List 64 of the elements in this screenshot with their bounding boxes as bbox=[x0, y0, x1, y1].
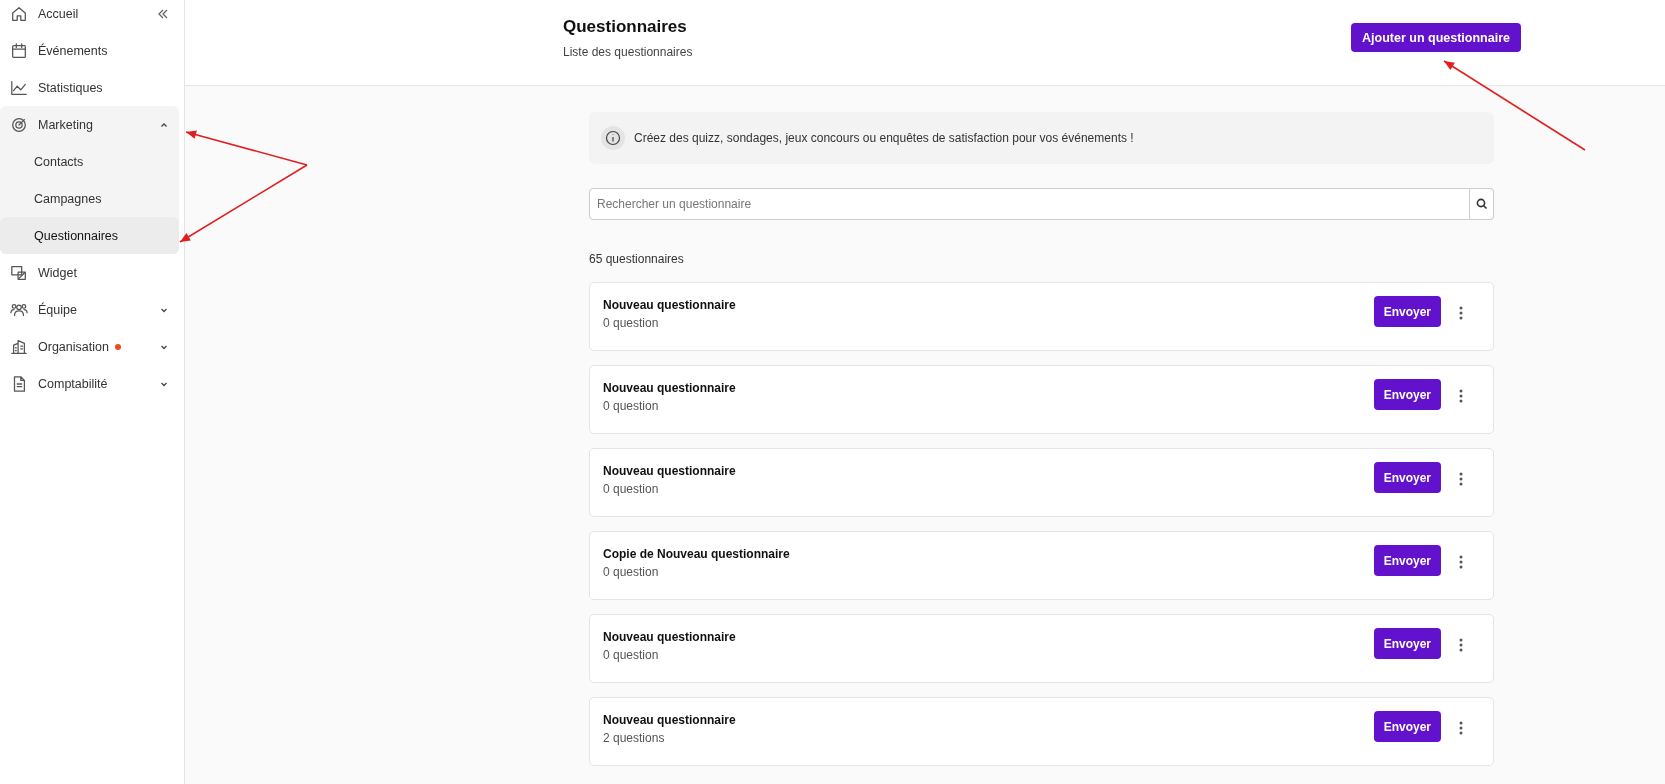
sidebar-item[interactable]: Marketing bbox=[0, 106, 179, 143]
more-options-icon[interactable] bbox=[1459, 472, 1463, 486]
question-count: 0 question bbox=[603, 482, 660, 496]
sidebar-subitem[interactable]: Contacts bbox=[0, 143, 179, 180]
question-count: 0 question bbox=[603, 565, 660, 579]
send-button[interactable]: Envoyer bbox=[1373, 711, 1441, 742]
questionnaire-card[interactable]: Nouveau questionnaire 0 question Envoyer bbox=[589, 614, 1494, 683]
questionnaire-title: Nouveau questionnaire bbox=[603, 381, 737, 395]
sidebar-item[interactable]: Widget bbox=[0, 254, 179, 291]
questionnaire-card[interactable]: Nouveau questionnaire 0 question Envoyer bbox=[589, 448, 1494, 517]
sidebar-item[interactable]: Événements bbox=[0, 32, 179, 69]
questionnaire-title: Nouveau questionnaire bbox=[603, 298, 737, 312]
questionnaire-card[interactable]: Nouveau questionnaire 0 question Envoyer bbox=[589, 282, 1494, 351]
question-count: 0 question bbox=[603, 316, 660, 330]
building-icon bbox=[10, 337, 28, 356]
questionnaire-card[interactable]: Nouveau questionnaire 0 question Envoyer bbox=[589, 365, 1494, 434]
page-subtitle: Liste des questionnaires bbox=[563, 45, 693, 59]
more-options-icon[interactable] bbox=[1459, 638, 1463, 652]
line-chart-icon bbox=[10, 78, 28, 97]
question-count: 2 questions bbox=[603, 731, 666, 745]
sidebar-item[interactable]: Statistiques bbox=[0, 69, 179, 106]
add-questionnaire-button[interactable]: Ajouter un questionnaire bbox=[1351, 23, 1521, 52]
questionnaire-title: Nouveau questionnaire bbox=[603, 630, 737, 644]
search-icon bbox=[1475, 198, 1488, 210]
questionnaire-title: Nouveau questionnaire bbox=[603, 464, 737, 478]
info-icon bbox=[605, 130, 621, 146]
sidebar-item[interactable]: Équipe bbox=[0, 291, 179, 328]
info-text: Créez des quizz, sondages, jeux concours ou enquêtes de satisfaction pour vos événements ! bbox=[634, 131, 1134, 145]
send-button[interactable]: Envoyer bbox=[1373, 462, 1441, 493]
send-button[interactable]: Envoyer bbox=[1373, 379, 1441, 410]
search-button[interactable] bbox=[1470, 188, 1494, 220]
questionnaire-card[interactable]: Nouveau questionnaire 2 questions Envoyer bbox=[589, 697, 1494, 766]
sidebar-label: Statistiques bbox=[38, 80, 103, 95]
home-icon bbox=[10, 4, 28, 23]
sidebar-subitem[interactable]: Questionnaires bbox=[0, 217, 179, 254]
page-title: Questionnaires bbox=[563, 17, 688, 37]
sidebar-label: Organisation bbox=[38, 339, 109, 354]
sidebar-item[interactable]: Comptabilité bbox=[0, 365, 179, 402]
sidebar-label: Widget bbox=[38, 265, 77, 280]
target-icon bbox=[10, 115, 28, 134]
sidebar-item[interactable]: Accueil bbox=[0, 0, 179, 32]
sidebar-label: Accueil bbox=[38, 6, 79, 21]
more-options-icon[interactable] bbox=[1459, 306, 1463, 320]
questionnaire-card[interactable]: Copie de Nouveau questionnaire 0 question Envoyer bbox=[589, 531, 1494, 600]
widget-icon bbox=[10, 263, 28, 282]
question-count: 0 question bbox=[603, 648, 660, 662]
questionnaire-count: 65 questionnaires bbox=[589, 252, 685, 266]
sidebar-label: Événements bbox=[38, 43, 108, 58]
questionnaire-title: Nouveau questionnaire bbox=[603, 713, 737, 727]
questionnaire-title: Copie de Nouveau questionnaire bbox=[603, 547, 791, 561]
more-options-icon[interactable] bbox=[1459, 721, 1463, 735]
sidebar-label: Comptabilité bbox=[38, 376, 108, 391]
send-button[interactable]: Envoyer bbox=[1373, 628, 1441, 659]
sidebar-subitem[interactable]: Campagnes bbox=[0, 180, 179, 217]
send-button[interactable]: Envoyer bbox=[1373, 296, 1441, 327]
sidebar-label: Équipe bbox=[38, 302, 77, 317]
question-count: 0 question bbox=[603, 399, 660, 413]
calendar-icon bbox=[10, 41, 28, 60]
sidebar-label: Marketing bbox=[38, 117, 93, 132]
send-button[interactable]: Envoyer bbox=[1373, 545, 1441, 576]
sidebar-item[interactable]: Organisation bbox=[0, 328, 179, 365]
more-options-icon[interactable] bbox=[1459, 389, 1463, 403]
search-field[interactable]: Rechercher un questionnaire bbox=[589, 188, 1470, 220]
more-options-icon[interactable] bbox=[1459, 555, 1463, 569]
